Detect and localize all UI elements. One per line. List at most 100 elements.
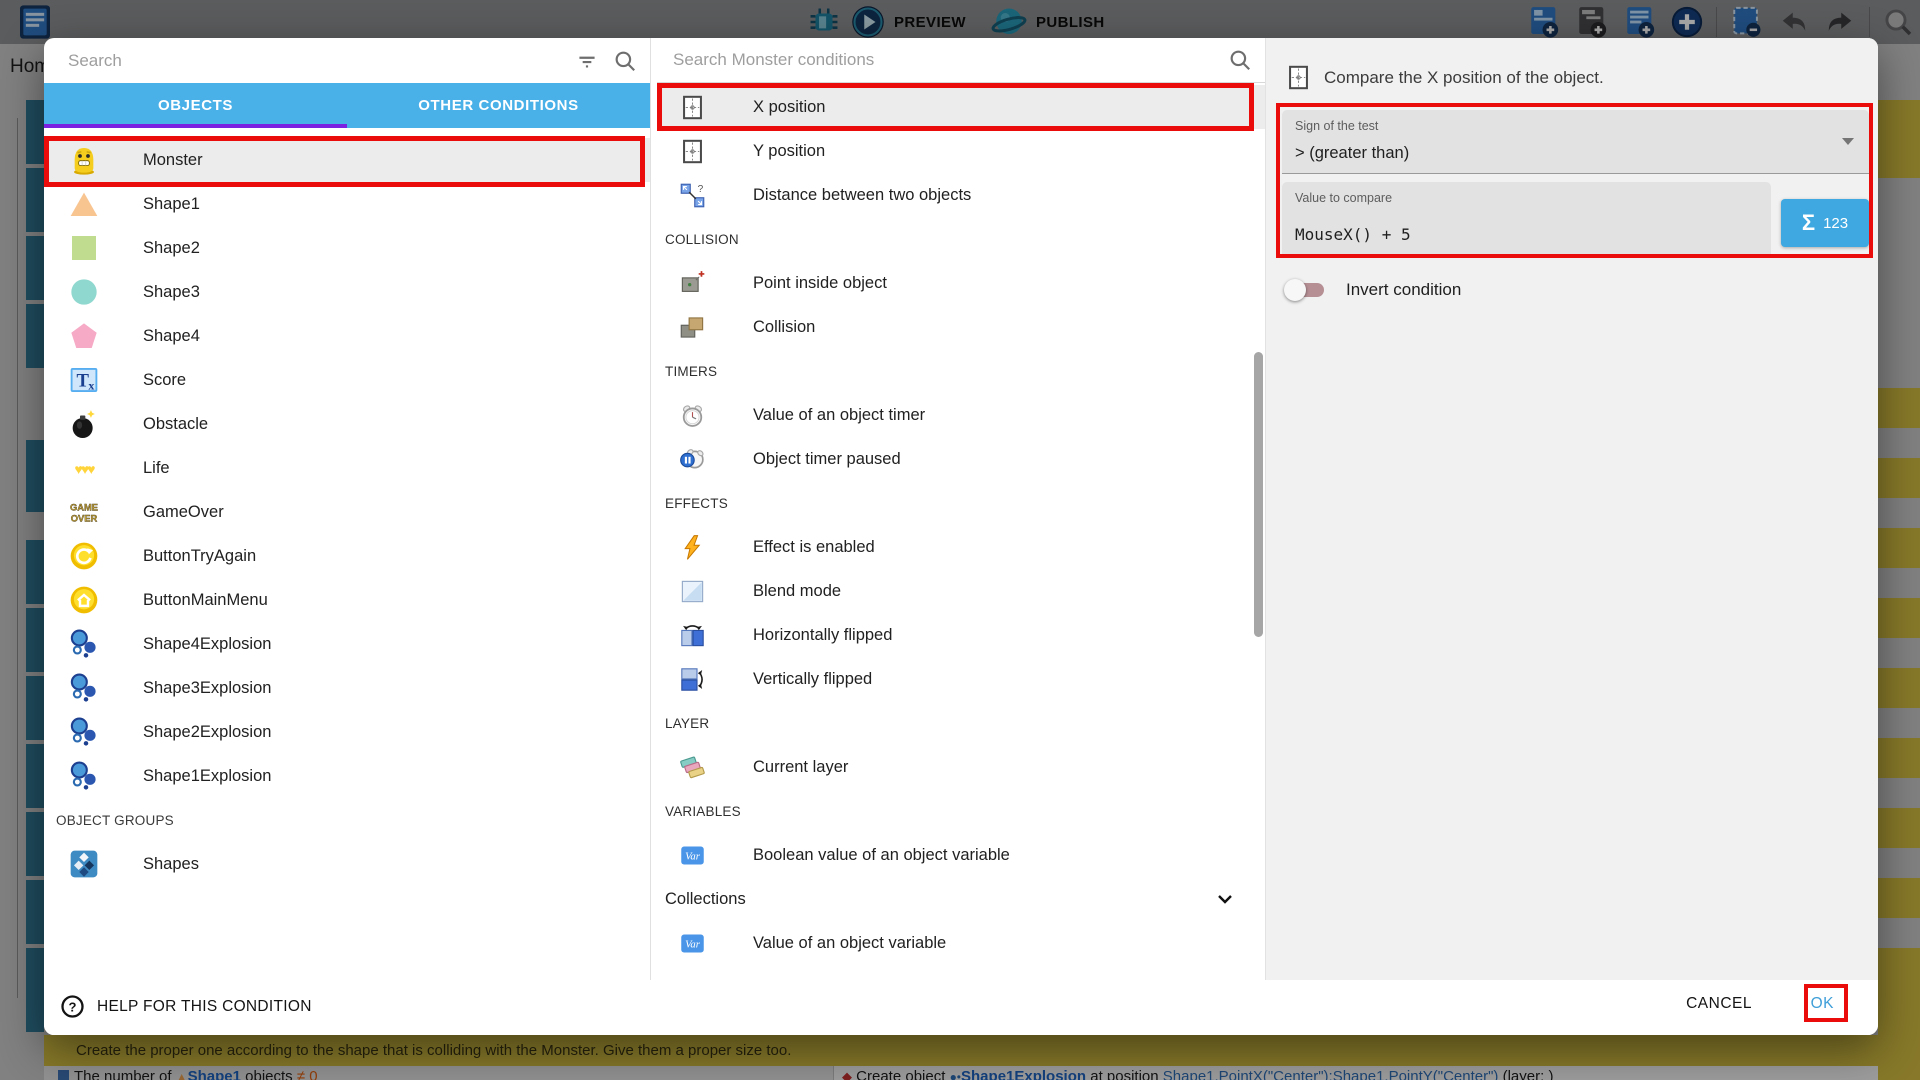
- condition-row-collision[interactable]: Collision: [657, 305, 1265, 349]
- circle-icon: [68, 276, 100, 308]
- object-label: Shape3: [143, 283, 200, 302]
- object-label: Shape1Explosion: [143, 767, 271, 786]
- text-object-icon: Tx: [68, 364, 100, 396]
- object-row-Shape4Explosion[interactable]: Shape4Explosion: [44, 622, 650, 666]
- condition-row-value-of-an-object-timer[interactable]: Value of an object timer: [657, 393, 1265, 437]
- cancel-button[interactable]: CANCEL: [1686, 995, 1752, 1013]
- tab-objects[interactable]: OBJECTS: [44, 83, 347, 128]
- condition-editor-dialog: OBJECTS OTHER CONDITIONS Monster Shape1 Sh…: [44, 38, 1878, 1035]
- chevron-down-icon: [1213, 887, 1237, 911]
- conditions-list: X position Y position?Distance between tw…: [657, 83, 1265, 980]
- expander-label: Collections: [665, 890, 746, 909]
- search-icon: [1227, 47, 1253, 73]
- svg-text:?: ?: [698, 184, 704, 195]
- object-row-Life[interactable]: ♥♥♥ Life: [44, 446, 650, 490]
- object-row-Shape1[interactable]: Shape1: [44, 182, 650, 226]
- scrollbar[interactable]: [1254, 83, 1263, 980]
- objects-list: Monster Shape1 Shape2 Shape3 Shape4 Tx Score Ob…: [44, 128, 650, 980]
- object-label: Score: [143, 371, 186, 390]
- condition-row-boolean-value-of-an-object-variable[interactable]: Var Boolean value of an object variable: [657, 833, 1265, 877]
- condition-row-blend-mode[interactable]: Blend mode: [657, 569, 1265, 613]
- object-row-Shape3Explosion[interactable]: Shape3Explosion: [44, 666, 650, 710]
- invert-condition-label: Invert condition: [1346, 280, 1461, 300]
- svg-text:Var: Var: [685, 850, 701, 862]
- sigma-icon: Σ: [1802, 210, 1815, 236]
- object-label: GameOver: [143, 503, 224, 522]
- condition-title-row: Compare the X position of the object.: [1285, 64, 1604, 91]
- filter-icon[interactable]: [574, 48, 600, 74]
- condition-search-input[interactable]: [657, 50, 1227, 70]
- particles-icon: [68, 628, 100, 660]
- invert-condition-row: Invert condition: [1286, 276, 1461, 304]
- condition-row-object-timer-paused[interactable]: Object timer paused: [657, 437, 1265, 481]
- condition-row-y-position[interactable]: Y position: [657, 129, 1265, 173]
- condition-row-point-inside-object[interactable]: Point inside object: [657, 261, 1265, 305]
- objects-panel: OBJECTS OTHER CONDITIONS Monster Shape1 Sh…: [44, 38, 651, 980]
- position-icon: [1285, 64, 1312, 91]
- chevron-down-icon: [1842, 138, 1854, 145]
- position-icon: [679, 94, 706, 121]
- object-row-Obstacle[interactable]: Obstacle: [44, 402, 650, 446]
- panel-tabs: OBJECTS OTHER CONDITIONS: [44, 83, 650, 128]
- bomb-icon: [68, 408, 100, 440]
- expander-collections[interactable]: Collections: [657, 877, 1265, 921]
- condition-label: Value of an object timer: [753, 406, 925, 425]
- sign-of-test-select[interactable]: Sign of the test > (greater than): [1282, 110, 1869, 174]
- distance-icon: ?: [679, 182, 706, 209]
- condition-row-x-position[interactable]: X position: [657, 85, 1265, 129]
- condition-label: Collision: [753, 318, 815, 337]
- condition-label: Effect is enabled: [753, 538, 875, 557]
- condition-label: Vertically flipped: [753, 670, 872, 689]
- object-row-ButtonMainMenu[interactable]: ButtonMainMenu: [44, 578, 650, 622]
- object-label: Life: [143, 459, 170, 478]
- tab-other-conditions[interactable]: OTHER CONDITIONS: [347, 83, 650, 128]
- object-row-ButtonTryAgain[interactable]: ButtonTryAgain: [44, 534, 650, 578]
- section-header-variables: VARIABLES: [657, 789, 1265, 833]
- gameover-icon: GAMEOVER: [68, 496, 100, 528]
- collision-icon: [679, 314, 706, 341]
- condition-row-distance-between-two-objects[interactable]: ?Distance between two objects: [657, 173, 1265, 217]
- object-label: Shape3Explosion: [143, 679, 271, 698]
- invert-condition-toggle[interactable]: [1286, 283, 1324, 297]
- condition-label: Point inside object: [753, 274, 887, 293]
- condition-label: Boolean value of an object variable: [753, 846, 1010, 865]
- svg-text:♥♥♥: ♥♥♥: [75, 461, 96, 477]
- condition-row-value-of-an-object-variable[interactable]: VarValue of an object variable: [657, 921, 1265, 965]
- group-row-Shapes[interactable]: Shapes: [44, 842, 650, 886]
- ok-button[interactable]: OK: [1811, 995, 1834, 1013]
- object-row-Shape1Explosion[interactable]: Shape1Explosion: [44, 754, 650, 798]
- help-button[interactable]: ? HELP FOR THIS CONDITION: [60, 994, 312, 1019]
- value-to-compare-input[interactable]: Value to compare MouseX() + 5: [1282, 182, 1771, 256]
- object-label: Shape2Explosion: [143, 723, 271, 742]
- object-label: Shapes: [143, 855, 199, 874]
- condition-row-vertically-flipped[interactable]: Vertically flipped: [657, 657, 1265, 701]
- object-row-Score[interactable]: Tx Score: [44, 358, 650, 402]
- svg-text:OVER: OVER: [71, 513, 98, 523]
- scrollbar-thumb[interactable]: [1254, 352, 1263, 637]
- object-row-Shape2Explosion[interactable]: Shape2Explosion: [44, 710, 650, 754]
- object-row-Shape3[interactable]: Shape3: [44, 270, 650, 314]
- value-to-compare-label: Value to compare: [1295, 191, 1392, 205]
- condition-label: Horizontally flipped: [753, 626, 892, 645]
- particles-icon: [68, 760, 100, 792]
- object-row-Shape2[interactable]: Shape2: [44, 226, 650, 270]
- object-groups-header: OBJECT GROUPS: [44, 798, 650, 842]
- condition-label: X position: [753, 98, 825, 117]
- particles-icon: [68, 672, 100, 704]
- object-label: Shape1: [143, 195, 200, 214]
- hearts-icon: ♥♥♥: [68, 452, 100, 484]
- object-search-row: [44, 38, 650, 83]
- section-header-collision: COLLISION: [657, 217, 1265, 261]
- pentagon-icon: [68, 320, 100, 352]
- object-row-Shape4[interactable]: Shape4: [44, 314, 650, 358]
- object-row-Monster[interactable]: Monster: [44, 138, 650, 182]
- condition-row-horizontally-flipped[interactable]: Horizontally flipped: [657, 613, 1265, 657]
- restart-button-icon: [68, 540, 100, 572]
- condition-description: Compare the X position of the object.: [1324, 68, 1604, 88]
- condition-row-effect-is-enabled[interactable]: Effect is enabled: [657, 525, 1265, 569]
- position-icon: [679, 138, 706, 165]
- object-search-input[interactable]: [44, 51, 574, 71]
- condition-row-current-layer[interactable]: Current layer: [657, 745, 1265, 789]
- expression-editor-button[interactable]: Σ 123: [1781, 199, 1869, 247]
- object-row-GameOver[interactable]: GAMEOVER GameOver: [44, 490, 650, 534]
